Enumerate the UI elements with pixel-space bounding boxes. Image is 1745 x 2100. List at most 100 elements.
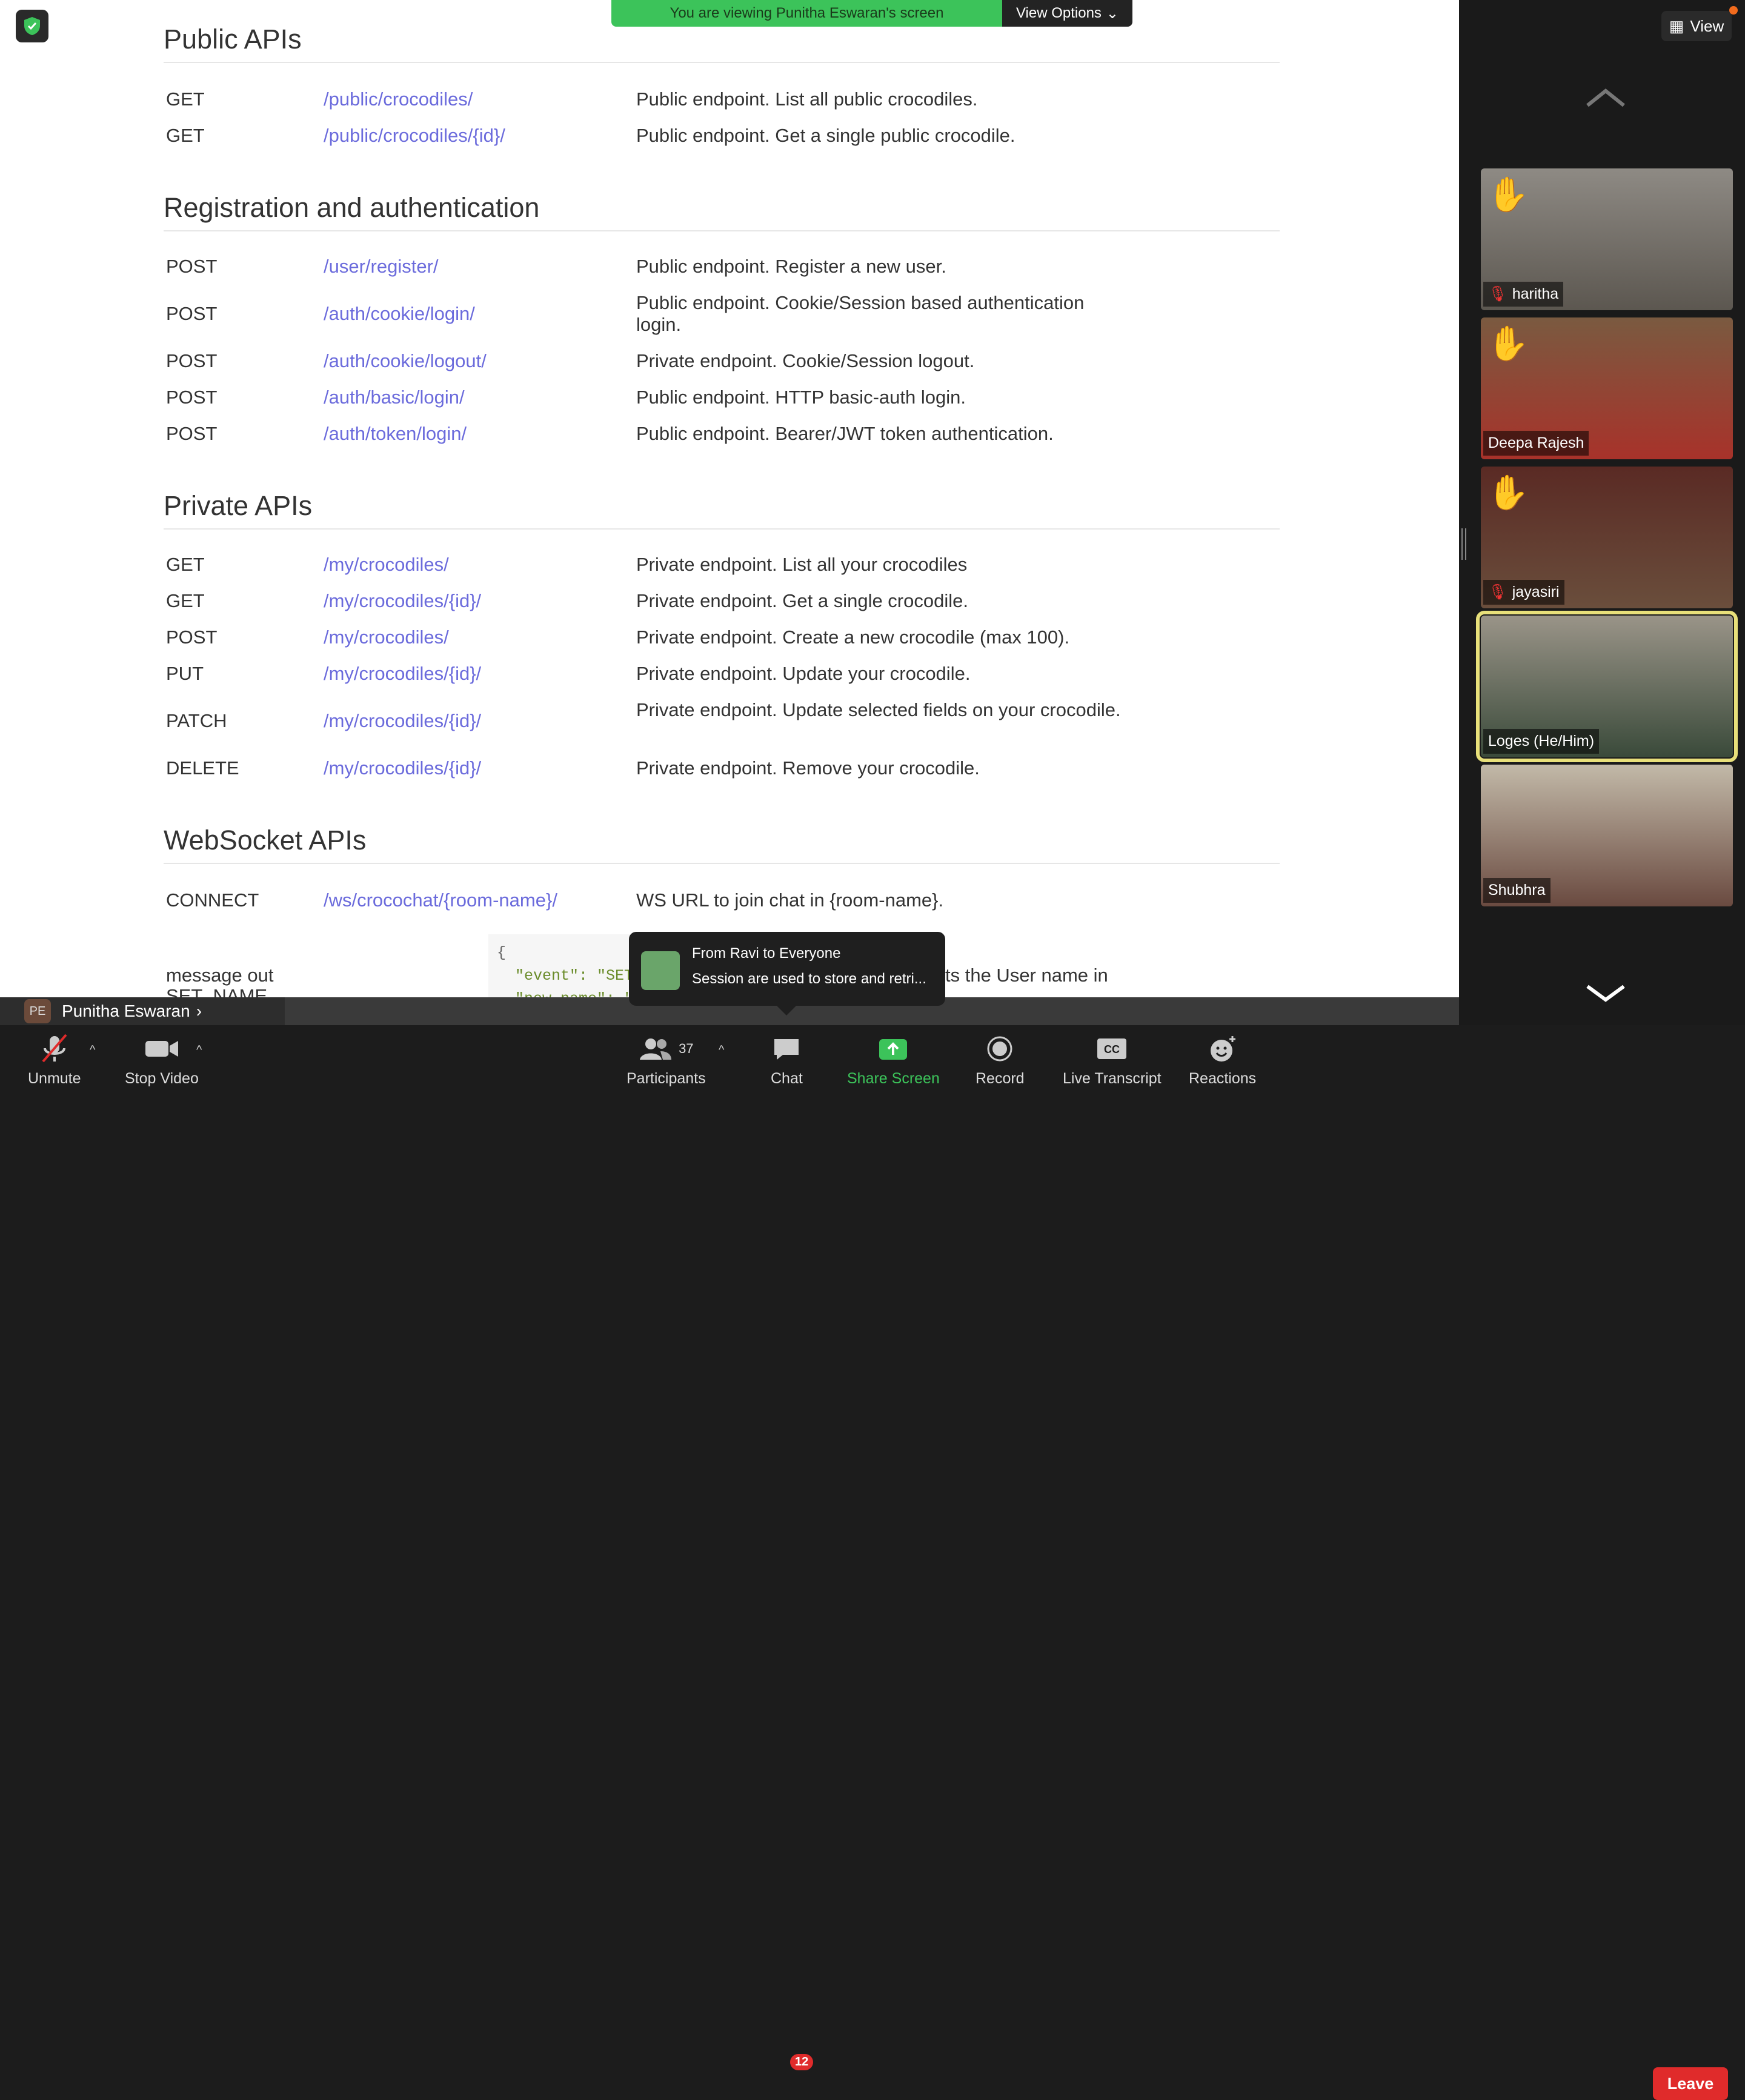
- method: PUT: [166, 663, 204, 684]
- endpoint-link[interactable]: /my/crocodiles/{id}/: [324, 663, 481, 685]
- participants-button[interactable]: 37 Participants: [627, 1032, 706, 1088]
- chevron-up-icon[interactable]: ^: [90, 1043, 95, 1057]
- presenter-name: Punitha Eswaran: [62, 1002, 190, 1020]
- mic-muted-icon: 🎙: [1488, 583, 1507, 600]
- endpoint-link[interactable]: /my/crocodiles/{id}/: [324, 757, 481, 779]
- endpoint-link[interactable]: /auth/cookie/logout/: [324, 350, 487, 372]
- record-icon: [987, 1036, 1012, 1062]
- resize-handle[interactable]: [1461, 528, 1466, 560]
- method-sub: SET_NAME: [166, 985, 268, 997]
- raised-hand-icon: ✋: [1487, 473, 1529, 511]
- participant-tile[interactable]: ✋ 🎙 jayasiri: [1481, 467, 1733, 608]
- presenter-bar[interactable]: PE Punitha Eswaran ›: [0, 997, 285, 1025]
- endpoint-link[interactable]: /auth/basic/login/: [324, 387, 465, 408]
- meeting-toolbar: Unmute ^ Stop Video ^ 37 Participants ^ C…: [0, 1025, 1745, 2100]
- chat-button[interactable]: Chat: [771, 1032, 803, 1088]
- chevron-up-icon[interactable]: ^: [196, 1043, 202, 1057]
- chevron-down-icon: ⌄: [1106, 5, 1119, 22]
- participants-label: Participants: [627, 1070, 706, 1087]
- raised-hand-icon: ✋: [1487, 175, 1529, 213]
- description: Private endpoint. Create a new crocodile…: [636, 626, 1070, 648]
- chat-label: Chat: [771, 1070, 803, 1087]
- section-registration: Registration and authentication: [164, 185, 1280, 231]
- endpoint-link[interactable]: /auth/cookie/login/: [324, 303, 475, 325]
- participant-tile-active[interactable]: Loges (He/Him): [1476, 611, 1738, 762]
- method: GET: [166, 125, 205, 146]
- description: Private endpoint. Remove your crocodile.: [636, 757, 980, 779]
- chevron-right-icon: ›: [196, 1002, 202, 1020]
- method: POST: [166, 303, 218, 324]
- chat-sender: From Ravi to Everyone: [692, 945, 841, 962]
- method: GET: [166, 590, 205, 611]
- method: POST: [166, 350, 218, 371]
- method: POST: [166, 626, 218, 648]
- description: Private endpoint. Update selected fields…: [636, 699, 1121, 720]
- chevron-up-icon[interactable]: [1584, 85, 1627, 109]
- participant-name: Deepa Rajesh: [1488, 434, 1584, 451]
- security-shield-icon[interactable]: [16, 10, 48, 42]
- chat-preview: Session are used to store and retri...: [692, 971, 926, 987]
- grid-icon: ▦: [1669, 16, 1684, 35]
- chat-icon: [774, 1039, 799, 1060]
- reactions-button[interactable]: Reactions: [1189, 1032, 1256, 1088]
- endpoint-link[interactable]: /ws/crocochat/{room-name}/: [324, 889, 557, 911]
- description: Public endpoint. Cookie/Session based au…: [636, 292, 1085, 335]
- share-screen-icon: [879, 1039, 908, 1060]
- description: Public endpoint. HTTP basic-auth login.: [636, 387, 966, 408]
- live-transcript-button[interactable]: CC Live Transcript: [1063, 1032, 1162, 1088]
- view-label: View: [1690, 16, 1724, 35]
- endpoint-link[interactable]: /public/crocodiles/{id}/: [324, 125, 505, 147]
- reactions-label: Reactions: [1189, 1070, 1257, 1087]
- description: Public endpoint. Register a new user.: [636, 256, 946, 277]
- notification-dot: [1729, 6, 1738, 15]
- raised-hand-icon: ✋: [1487, 324, 1529, 362]
- endpoint-link[interactable]: /my/crocodiles/: [324, 626, 449, 648]
- participant-label: 🎙 haritha: [1483, 282, 1564, 307]
- record-label: Record: [976, 1070, 1025, 1087]
- participant-label: 🎙 jayasiri: [1483, 580, 1564, 605]
- method: POST: [166, 387, 218, 408]
- unmute-label: Unmute: [28, 1070, 81, 1087]
- participant-label: Deepa Rajesh: [1483, 431, 1589, 456]
- chevron-down-icon[interactable]: [1584, 982, 1627, 1006]
- record-button[interactable]: Record: [976, 1032, 1025, 1088]
- live-transcript-label: Live Transcript: [1063, 1070, 1162, 1087]
- unmute-button[interactable]: Unmute: [28, 1032, 81, 1088]
- section-websocket-apis: WebSocket APIs: [164, 818, 1280, 864]
- endpoint-link[interactable]: /my/crocodiles/: [324, 554, 449, 576]
- description: Private endpoint. Get a single crocodile…: [636, 590, 968, 611]
- participant-tile[interactable]: Shubhra: [1481, 765, 1733, 906]
- description: Private endpoint. Cookie/Session logout.: [636, 350, 975, 371]
- share-screen-button[interactable]: Share Screen: [847, 1032, 940, 1088]
- description: Private endpoint. Update your crocodile.: [636, 663, 971, 684]
- endpoint-link[interactable]: /user/register/: [324, 256, 439, 277]
- mic-muted-icon: [42, 1034, 67, 1063]
- endpoint-link[interactable]: /my/crocodiles/{id}/: [324, 590, 481, 612]
- description: Public endpoint. Get a single public cro…: [636, 125, 1015, 146]
- view-options-label: View Options: [1015, 5, 1102, 21]
- video-camera-icon: [145, 1041, 178, 1057]
- endpoint-link[interactable]: /public/crocodiles/: [324, 88, 473, 110]
- chat-notification[interactable]: From Ravi to Everyone Session are used t…: [629, 932, 945, 1015]
- avatar: [641, 951, 680, 990]
- participant-count: 37: [679, 1041, 694, 1056]
- view-options-button[interactable]: View Options ⌄: [1002, 0, 1132, 27]
- viewing-banner: You are viewing Punitha Eswaran's screen…: [611, 0, 1132, 27]
- closed-caption-icon: CC: [1097, 1038, 1127, 1059]
- stop-video-button[interactable]: Stop Video: [125, 1032, 199, 1088]
- participant-label: Loges (He/Him): [1483, 729, 1600, 754]
- mic-muted-icon: 🎙: [1488, 285, 1507, 302]
- chevron-up-icon[interactable]: ^: [719, 1043, 724, 1057]
- reactions-icon: [1210, 1036, 1235, 1062]
- participant-label: Shubhra: [1483, 878, 1551, 903]
- participant-tile[interactable]: ✋ Deepa Rajesh: [1481, 317, 1733, 459]
- description: ts the User name in: [945, 965, 1108, 986]
- code-key: "event": [515, 967, 579, 985]
- description: Public endpoint. Bearer/JWT token authen…: [636, 423, 1054, 444]
- section-title: Registration and authentication: [164, 185, 1280, 231]
- view-button[interactable]: ▦ View: [1661, 11, 1732, 41]
- endpoint-link[interactable]: /my/crocodiles/{id}/: [324, 710, 481, 732]
- participant-tile[interactable]: ✋ 🎙 haritha: [1481, 168, 1733, 310]
- leave-button[interactable]: Leave: [1653, 2067, 1728, 2100]
- endpoint-link[interactable]: /auth/token/login/: [324, 423, 467, 445]
